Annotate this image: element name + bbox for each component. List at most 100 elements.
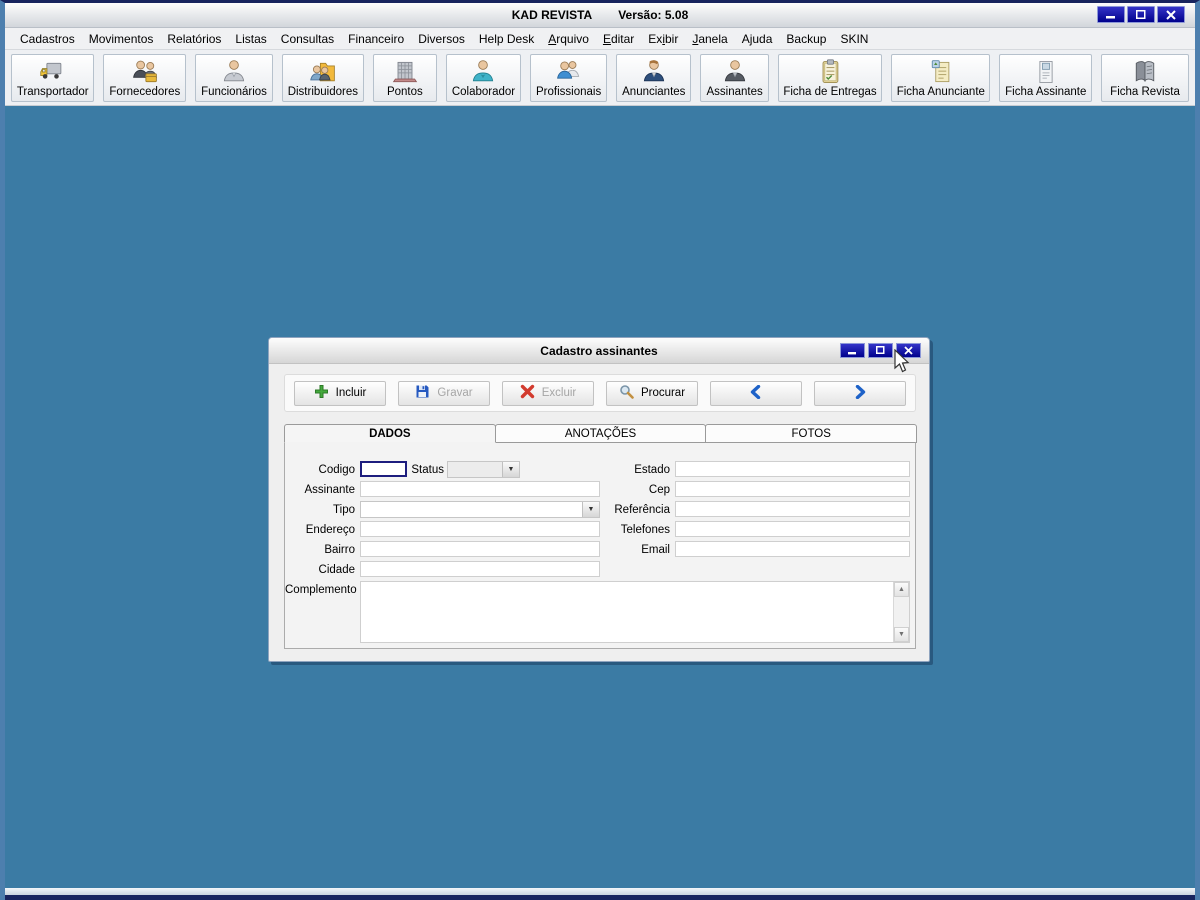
chevron-down-icon[interactable]: ▼ bbox=[502, 462, 519, 477]
app-version: Versão: 5.08 bbox=[618, 8, 689, 22]
delete-icon bbox=[520, 384, 535, 402]
cidade-input[interactable] bbox=[360, 561, 600, 577]
menu-arquivo[interactable]: Arquivo bbox=[541, 30, 596, 48]
minimize-button[interactable] bbox=[1097, 6, 1125, 23]
collaborator-person-icon bbox=[469, 58, 497, 86]
scroll-up-icon[interactable]: ▲ bbox=[894, 582, 909, 597]
referencia-label: Referência bbox=[614, 504, 670, 516]
prev-icon bbox=[749, 384, 763, 402]
bairro-input[interactable] bbox=[360, 541, 600, 557]
suppliers-people-icon bbox=[131, 58, 159, 86]
toolbar-ficha-revista-button[interactable]: Ficha Revista bbox=[1101, 53, 1190, 102]
toolbar-ficha-assinante-button[interactable]: Ficha Assinante bbox=[999, 53, 1093, 102]
status-combobox-value bbox=[448, 462, 502, 477]
building-icon bbox=[391, 58, 419, 86]
dialog-titlebar[interactable]: Cadastro assinantes bbox=[269, 338, 929, 364]
toolbar-button-label: Ficha de Entregas bbox=[783, 85, 877, 98]
main-titlebar: KAD REVISTA Versão: 5.08 bbox=[5, 3, 1195, 28]
dialog-maximize-button[interactable] bbox=[868, 343, 893, 358]
save-icon bbox=[415, 384, 430, 402]
menu-financeiro[interactable]: Financeiro bbox=[341, 30, 411, 48]
close-button[interactable] bbox=[1157, 6, 1185, 23]
application-window: KAD REVISTA Versão: 5.08 Cadastros Movim… bbox=[0, 0, 1200, 900]
close-icon bbox=[1166, 9, 1176, 20]
toolbar-anunciantes-button[interactable]: Anunciantes bbox=[616, 53, 692, 102]
clipboard-icon bbox=[816, 58, 844, 86]
menu-listas[interactable]: Listas bbox=[228, 30, 273, 48]
toolbar-distribuidores-button[interactable]: Distribuidores bbox=[281, 53, 364, 102]
tab-dados[interactable]: DADOS bbox=[284, 424, 496, 443]
assinante-input[interactable] bbox=[360, 481, 600, 497]
excluir-button[interactable]: Excluir bbox=[502, 380, 594, 406]
chevron-down-icon[interactable]: ▼ bbox=[582, 502, 599, 517]
plus-icon bbox=[314, 384, 329, 402]
employee-person-icon bbox=[220, 58, 248, 86]
toolbar-assinantes-button[interactable]: Assinantes bbox=[700, 53, 769, 102]
menu-bar: Cadastros Movimentos Relatórios Listas C… bbox=[5, 28, 1195, 50]
tipo-combobox[interactable]: ▼ bbox=[360, 501, 600, 518]
codigo-input[interactable] bbox=[360, 461, 407, 477]
toolbar-colaborador-button[interactable]: Colaborador bbox=[445, 53, 522, 102]
referencia-input[interactable] bbox=[675, 501, 910, 517]
email-input[interactable] bbox=[675, 541, 910, 557]
menu-movimentos[interactable]: Movimentos bbox=[82, 30, 161, 48]
maximize-icon bbox=[876, 342, 885, 360]
status-combobox[interactable]: ▼ bbox=[447, 461, 520, 478]
toolbar-button-label: Anunciantes bbox=[622, 85, 686, 98]
dialog-minimize-button[interactable] bbox=[840, 343, 865, 358]
menu-help-desk[interactable]: Help Desk bbox=[472, 30, 541, 48]
bairro-label: Bairro bbox=[324, 544, 355, 556]
toolbar-transportador-button[interactable]: Transportador bbox=[11, 53, 95, 102]
toolbar-button-label: Ficha Anunciante bbox=[896, 85, 985, 98]
menu-relatorios[interactable]: Relatórios bbox=[160, 30, 228, 48]
estado-input[interactable] bbox=[675, 461, 910, 477]
mdi-client-area: Cadastro assinantes Incluir Gravar Exclu… bbox=[5, 106, 1195, 888]
toolbar-ficha-anunciante-button[interactable]: Ficha Anunciante bbox=[891, 53, 991, 102]
toolbar-button-label: Funcionários bbox=[201, 85, 267, 98]
next-record-button[interactable] bbox=[814, 380, 906, 406]
incluir-button[interactable]: Incluir bbox=[294, 380, 386, 406]
menu-editar[interactable]: Editar bbox=[596, 30, 641, 48]
window-frame-edge bbox=[5, 895, 1195, 900]
main-toolbar: Transportador Fornecedores Funcionários … bbox=[5, 50, 1195, 106]
procurar-button[interactable]: Procurar bbox=[606, 380, 698, 406]
button-label: Gravar bbox=[437, 387, 473, 399]
menu-skin[interactable]: SKIN bbox=[833, 30, 875, 48]
scroll-down-icon[interactable]: ▼ bbox=[894, 627, 909, 642]
tab-anotacoes[interactable]: ANOTAÇÕES bbox=[494, 424, 707, 443]
toolbar-profissionais-button[interactable]: Profissionais bbox=[530, 53, 608, 102]
dialog-close-button[interactable] bbox=[896, 343, 921, 358]
complemento-field: ▲ ▼ bbox=[360, 581, 910, 643]
truck-icon bbox=[39, 58, 67, 86]
menu-ajuda[interactable]: Ajuda bbox=[735, 30, 780, 48]
toolbar-fornecedores-button[interactable]: Fornecedores bbox=[103, 53, 187, 102]
menu-exibir[interactable]: Exibir bbox=[641, 30, 685, 48]
toolbar-button-label: Pontos bbox=[386, 85, 423, 98]
toolbar-button-label: Ficha Assinante bbox=[1005, 85, 1087, 98]
menu-consultas[interactable]: Consultas bbox=[274, 30, 341, 48]
toolbar-funcionarios-button[interactable]: Funcionários bbox=[195, 53, 273, 102]
toolbar-ficha-entregas-button[interactable]: Ficha de Entregas bbox=[777, 53, 883, 102]
gravar-button[interactable]: Gravar bbox=[398, 380, 490, 406]
cidade-label: Cidade bbox=[318, 564, 355, 576]
endereco-input[interactable] bbox=[360, 521, 600, 537]
toolbar-button-label: Transportador bbox=[16, 85, 89, 98]
toolbar-button-label: Colaborador bbox=[451, 85, 516, 98]
complemento-label: Complemento bbox=[285, 584, 357, 596]
complemento-scrollbar[interactable]: ▲ ▼ bbox=[893, 582, 909, 642]
button-label: Excluir bbox=[541, 387, 577, 399]
cep-input[interactable] bbox=[675, 481, 910, 497]
email-label: Email bbox=[641, 544, 670, 556]
telefones-input[interactable] bbox=[675, 521, 910, 537]
menu-backup[interactable]: Backup bbox=[779, 30, 833, 48]
next-icon bbox=[853, 384, 867, 402]
menu-janela[interactable]: Janela bbox=[685, 30, 734, 48]
maximize-button[interactable] bbox=[1127, 6, 1155, 23]
menu-cadastros[interactable]: Cadastros bbox=[13, 30, 82, 48]
subscriber-person-icon bbox=[721, 58, 749, 86]
menu-diversos[interactable]: Diversos bbox=[411, 30, 472, 48]
previous-record-button[interactable] bbox=[710, 380, 802, 406]
tab-fotos[interactable]: FOTOS bbox=[705, 424, 918, 443]
complemento-textarea[interactable] bbox=[361, 582, 893, 642]
toolbar-pontos-button[interactable]: Pontos bbox=[372, 53, 437, 102]
